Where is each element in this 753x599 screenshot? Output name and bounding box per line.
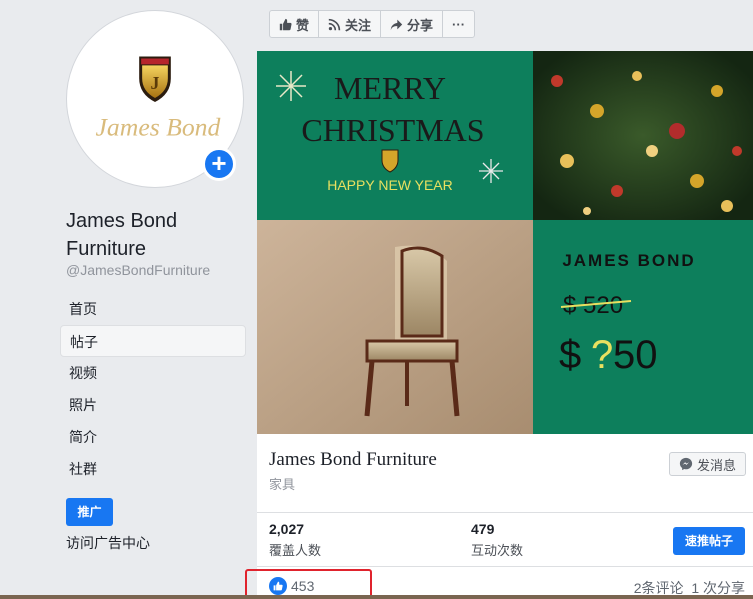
page-toolbar: 赞 关注 分享 ··· <box>269 10 476 38</box>
sidebar-item-videos[interactable]: 视频 <box>60 357 246 389</box>
send-message-button[interactable]: 发消息 <box>669 452 746 476</box>
page-actions-bar: 赞 关注 分享 ··· <box>257 0 753 51</box>
new-price-symbol: $ <box>559 333 581 377</box>
more-options-button[interactable]: ··· <box>443 11 474 37</box>
svg-text:J: J <box>151 73 160 93</box>
greeting-line2: CHRISTMAS <box>301 112 484 148</box>
bottom-edge <box>0 595 753 599</box>
messenger-icon <box>679 457 693 471</box>
rss-icon <box>328 18 341 30</box>
reach-value: 2,027 <box>269 521 305 537</box>
sidebar-item-posts[interactable]: 帖子 <box>60 325 246 357</box>
sidebar-item-community[interactable]: 社群 <box>60 453 246 485</box>
follow-button[interactable]: 关注 <box>319 11 382 37</box>
left-sidebar: J James Bond + James Bond Furniture @Jam… <box>0 0 257 599</box>
share-label: 分享 <box>407 17 434 33</box>
post-card: 赞 关注 分享 ··· MERRY CHRISTMAS HAPPY NEW YE… <box>257 0 753 599</box>
boost-post-button[interactable]: 速推帖子 <box>673 527 745 555</box>
sidebar-item-home[interactable]: 首页 <box>60 293 246 325</box>
page-title: James Bond Furniture <box>66 210 178 260</box>
send-message-label: 发消息 <box>696 457 736 473</box>
sidebar-item-about[interactable]: 简介 <box>60 421 246 453</box>
promote-button[interactable]: 推广 <box>66 498 113 526</box>
engagement-value: 479 <box>471 521 495 537</box>
reach-stat: 2,027 覆盖人数 <box>269 521 321 559</box>
share-arrow-icon <box>390 19 403 30</box>
like-page-button[interactable]: 赞 <box>270 11 320 37</box>
engagement-label: 互动次数 <box>471 543 524 558</box>
business-category: 家具 <box>269 477 296 492</box>
ads-center-link[interactable]: 访问广告中心 <box>66 533 150 553</box>
follow-label: 关注 <box>345 17 372 33</box>
divider <box>257 512 753 513</box>
sidebar-nav: 首页 帖子 视频 照片 简介 社群 <box>60 293 246 485</box>
page-handle[interactable]: @JamesBondFurniture <box>66 262 210 278</box>
snowflake-icon <box>276 71 306 101</box>
post-image[interactable]: MERRY CHRISTMAS HAPPY NEW YEAR JAMES BON… <box>257 51 753 434</box>
sidebar-item-photos[interactable]: 照片 <box>60 389 246 421</box>
reach-label: 覆盖人数 <box>269 543 322 558</box>
thumbs-up-icon <box>279 18 292 30</box>
brand-caption: JAMES BOND <box>562 251 695 270</box>
greeting-line1: MERRY <box>334 70 446 106</box>
engagement-stat: 479 互动次数 <box>471 521 523 559</box>
svg-text:James Bond: James Bond <box>96 113 221 142</box>
new-price-unknown: ? <box>591 333 613 377</box>
add-photo-button[interactable]: + <box>202 147 236 181</box>
business-name[interactable]: James Bond Furniture <box>269 449 437 471</box>
share-button[interactable]: 分享 <box>381 11 444 37</box>
greeting-line3: HAPPY NEW YEAR <box>327 177 453 193</box>
like-label: 赞 <box>296 17 310 33</box>
new-price-digits: 50 <box>613 333 658 377</box>
divider <box>257 566 753 567</box>
